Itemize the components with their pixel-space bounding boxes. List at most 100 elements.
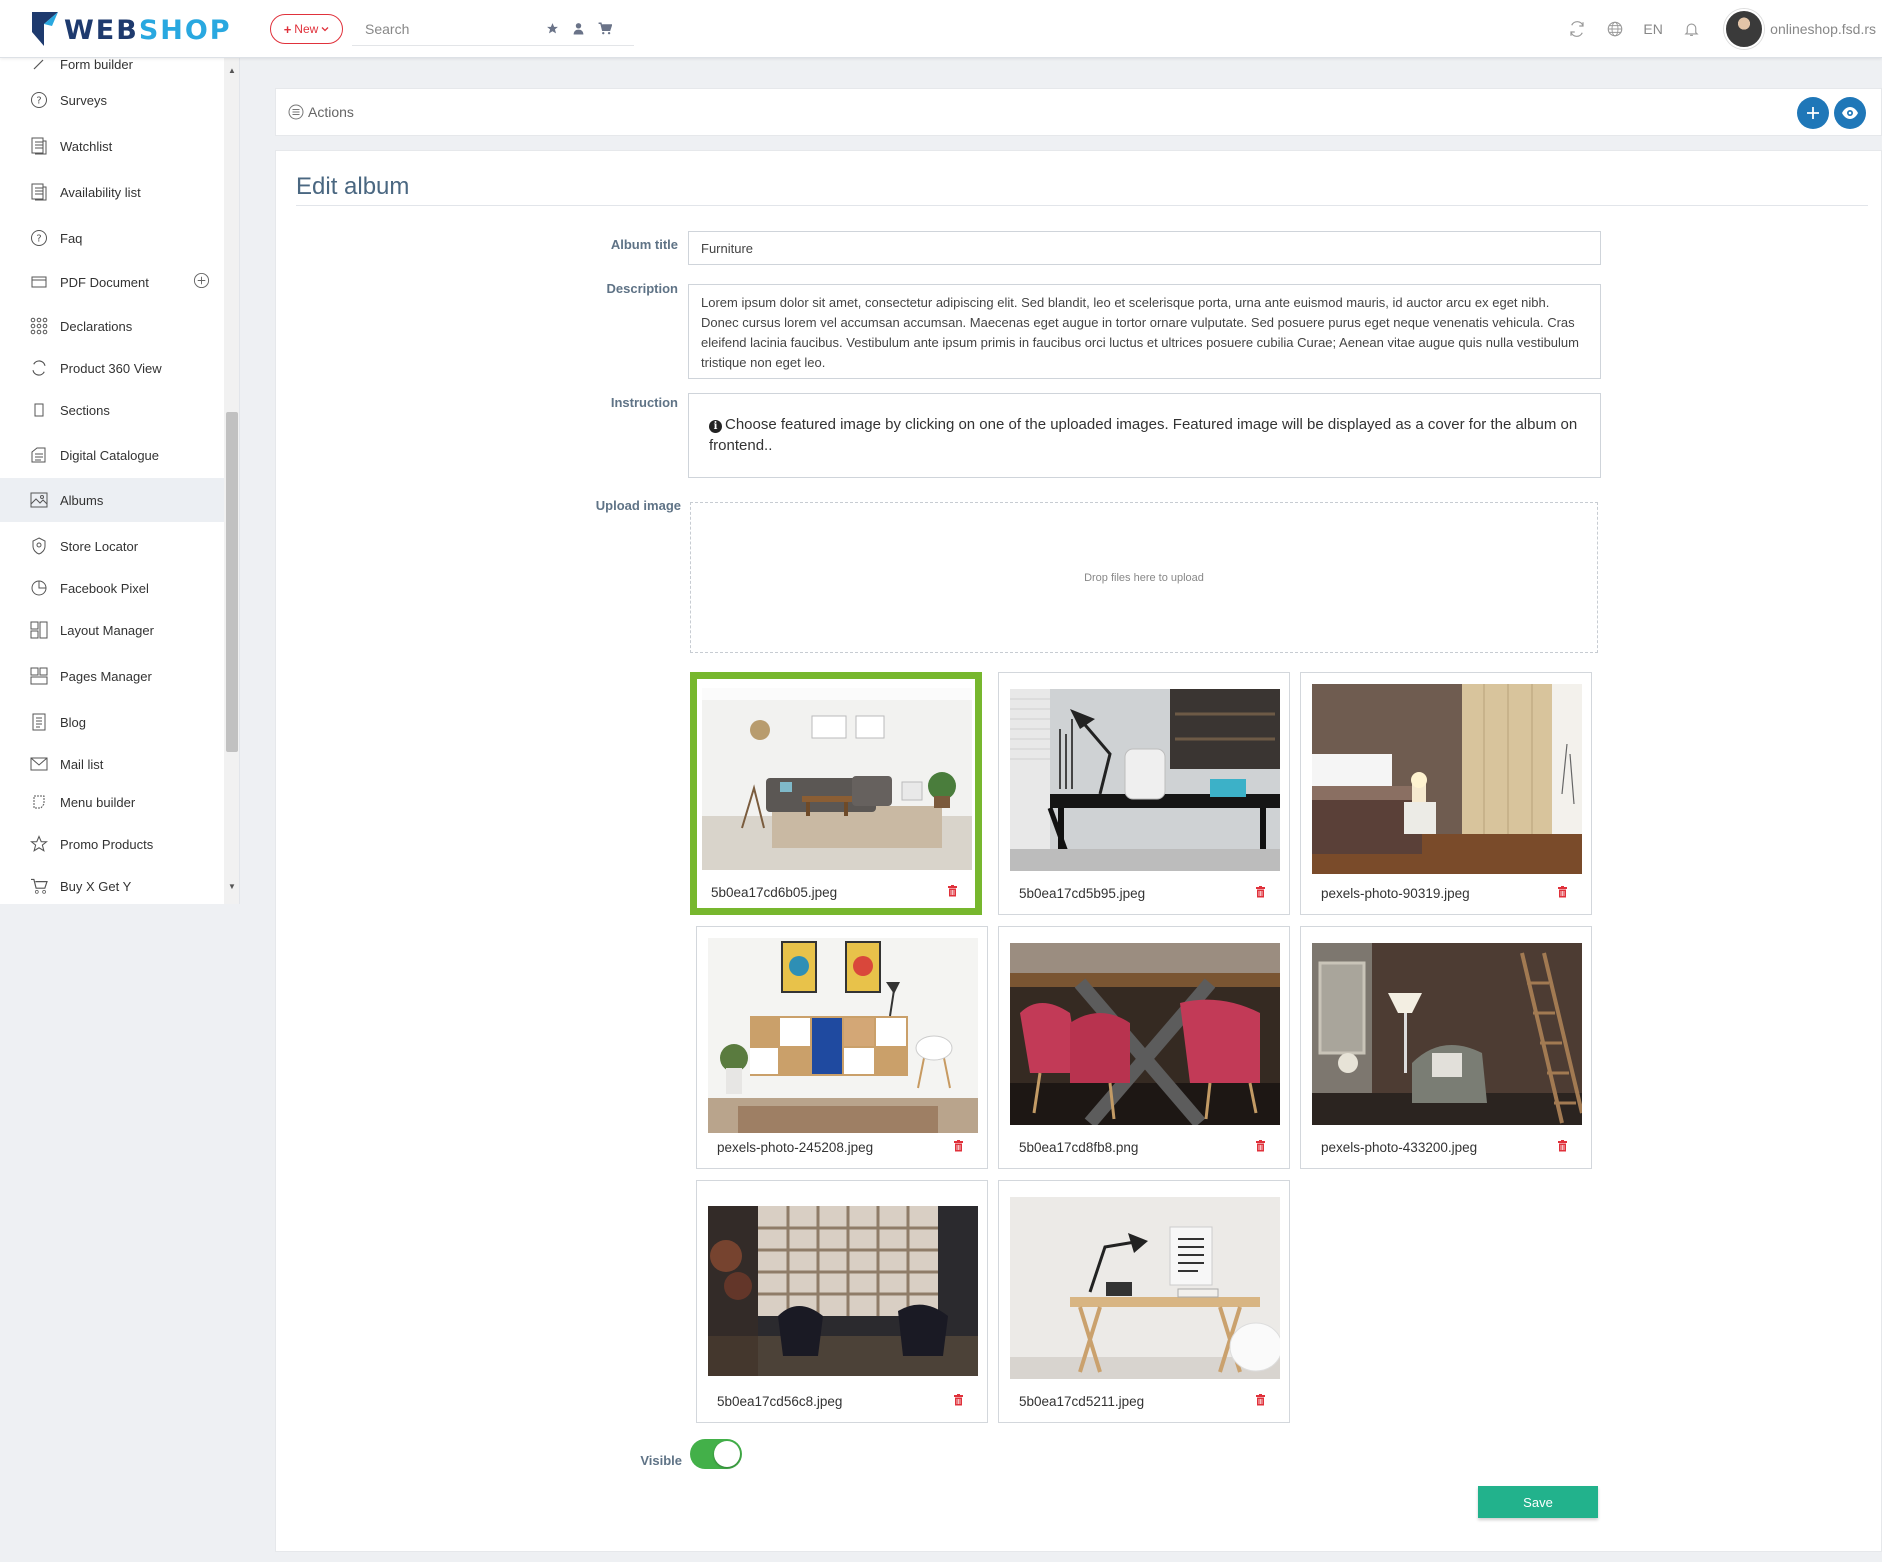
album-image[interactable] xyxy=(1010,1197,1280,1379)
upload-image-label: Upload image xyxy=(595,498,681,513)
user-icon[interactable] xyxy=(573,22,584,35)
search-bar xyxy=(352,12,634,46)
album-image[interactable] xyxy=(1010,689,1280,871)
album-image[interactable] xyxy=(1312,943,1582,1125)
new-button[interactable]: + New xyxy=(270,14,343,44)
album-image-thumb[interactable]: 5b0ea17cd8fb8.png xyxy=(998,926,1290,1169)
sidebar-item-promo-products[interactable]: Promo Products xyxy=(0,822,224,866)
pie-icon xyxy=(28,579,50,597)
trash-icon[interactable] xyxy=(1255,1139,1266,1157)
album-image-thumb[interactable]: pexels-photo-433200.jpeg xyxy=(1300,926,1592,1169)
instruction-text: Choose featured image by clicking on one… xyxy=(709,416,1578,454)
album-image[interactable] xyxy=(702,688,972,870)
scroll-down-arrow-icon[interactable]: ▼ xyxy=(228,882,236,891)
description-textarea[interactable]: Lorem ipsum dolor sit amet, consectetur … xyxy=(689,285,1600,378)
top-bar: WEBSHOP + New EN onlineshop.fsd.rs xyxy=(0,0,1882,58)
trash-icon[interactable] xyxy=(953,1139,964,1157)
sidebar-item-layout-manager[interactable]: Layout Manager xyxy=(0,608,224,652)
trash-icon[interactable] xyxy=(1557,1139,1568,1157)
plus-icon: + xyxy=(283,21,292,37)
logo-flag-icon xyxy=(32,12,58,46)
sidebar-item-pdf-document[interactable]: PDF Document xyxy=(0,260,224,304)
sidebar-item-digital-catalogue[interactable]: Digital Catalogue xyxy=(0,433,224,477)
cart-icon[interactable] xyxy=(598,22,612,35)
user-name[interactable]: onlineshop.fsd.rs xyxy=(1770,21,1876,37)
album-image[interactable] xyxy=(1312,684,1582,874)
album-image[interactable] xyxy=(1010,943,1280,1125)
add-circle-icon[interactable] xyxy=(193,272,210,292)
sidebar-item-watchlist[interactable]: Watchlist xyxy=(0,124,224,168)
sidebar-item-sections[interactable]: Sections xyxy=(0,388,224,432)
menu-circle-icon xyxy=(288,104,304,120)
visible-toggle[interactable] xyxy=(690,1439,742,1469)
sidebar-item-label: Albums xyxy=(60,492,104,508)
album-image[interactable] xyxy=(708,938,978,1133)
svg-text:?: ? xyxy=(36,234,41,245)
new-button-label: New xyxy=(294,22,319,36)
sidebar-item-declarations[interactable]: Declarations xyxy=(0,304,224,348)
sidebar-item-label: Form builder xyxy=(60,58,133,72)
album-title-input[interactable] xyxy=(689,232,1600,264)
image-filename: 5b0ea17cd8fb8.png xyxy=(1019,1140,1139,1155)
sidebar-item-pages-manager[interactable]: Pages Manager xyxy=(0,654,224,698)
image-filename: 5b0ea17cd56c8.jpeg xyxy=(717,1394,843,1409)
sidebar-scroll-thumb[interactable] xyxy=(226,412,238,752)
page-title: Edit album xyxy=(296,173,410,200)
image-icon xyxy=(28,491,50,509)
sidebar-item-label: Store Locator xyxy=(60,538,139,554)
bell-icon[interactable] xyxy=(1672,20,1710,38)
pdf-icon xyxy=(28,273,50,291)
album-image-thumb[interactable]: 5b0ea17cd6b05.jpeg xyxy=(690,672,982,915)
avatar[interactable] xyxy=(1724,9,1765,49)
description-field: Lorem ipsum dolor sit amet, consectetur … xyxy=(688,284,1601,379)
sidebar: Form builder ? Surveys Watchlist Availab… xyxy=(0,58,240,904)
sidebar-item-store-locator[interactable]: Store Locator xyxy=(0,524,224,568)
actions-toggle[interactable]: Actions xyxy=(288,104,354,120)
sidebar-item-label: Surveys xyxy=(60,92,107,108)
sidebar-item-menu-builder[interactable]: Menu builder xyxy=(0,780,224,824)
trash-icon[interactable] xyxy=(1255,1393,1266,1411)
album-image-thumb[interactable]: pexels-photo-245208.jpeg xyxy=(696,926,988,1169)
info-icon: i xyxy=(709,420,722,433)
album-image-thumb[interactable]: pexels-photo-90319.jpeg xyxy=(1300,672,1592,915)
scroll-up-arrow-icon[interactable]: ▲ xyxy=(228,66,236,75)
actions-bar: Actions xyxy=(275,88,1882,136)
trash-icon[interactable] xyxy=(1557,885,1568,903)
mail-icon xyxy=(28,755,50,773)
sidebar-item-faq[interactable]: ? Faq xyxy=(0,216,224,260)
layout-icon xyxy=(28,621,50,639)
language-selector[interactable]: EN xyxy=(1634,21,1672,37)
trash-icon[interactable] xyxy=(1255,885,1266,903)
album-image-thumb[interactable]: 5b0ea17cd5211.jpeg xyxy=(998,1180,1290,1423)
preview-button[interactable] xyxy=(1834,97,1866,129)
sidebar-item-buy-x-get-y[interactable]: Buy X Get Y xyxy=(0,864,224,904)
search-input[interactable] xyxy=(352,20,542,37)
save-button[interactable]: Save xyxy=(1478,1486,1598,1518)
globe-icon[interactable] xyxy=(1596,20,1634,38)
sidebar-item-label: Declarations xyxy=(60,318,133,334)
trash-icon[interactable] xyxy=(953,1393,964,1411)
sidebar-item-surveys[interactable]: ? Surveys xyxy=(0,78,224,122)
instruction-label: Instruction xyxy=(610,395,678,410)
add-button[interactable] xyxy=(1797,97,1829,129)
grid-dots-icon xyxy=(28,317,50,335)
sidebar-item-facebook-pixel[interactable]: Facebook Pixel xyxy=(0,566,224,610)
upload-dropzone[interactable]: Drop files here to upload xyxy=(690,502,1598,653)
star-icon[interactable] xyxy=(546,22,559,35)
album-image-thumb[interactable]: 5b0ea17cd5b95.jpeg xyxy=(998,672,1290,915)
album-image[interactable] xyxy=(708,1206,978,1376)
list-doc-icon xyxy=(28,137,50,155)
image-filename: 5b0ea17cd5b95.jpeg xyxy=(1019,886,1146,901)
sidebar-item-blog[interactable]: Blog xyxy=(0,700,224,744)
brand-shop: SHOP xyxy=(138,14,232,46)
sidebar-item-product-360-view[interactable]: Product 360 View xyxy=(0,346,224,390)
trash-icon[interactable] xyxy=(947,884,958,902)
form-builder-icon xyxy=(28,58,50,73)
sidebar-item-availability-list[interactable]: Availability list xyxy=(0,170,224,214)
album-image-thumb[interactable]: 5b0ea17cd56c8.jpeg xyxy=(696,1180,988,1423)
sidebar-item-label: Digital Catalogue xyxy=(60,447,160,463)
sidebar-item-albums[interactable]: Albums xyxy=(0,478,224,522)
refresh-icon[interactable] xyxy=(1558,20,1596,38)
webshop-logo[interactable]: WEBSHOP xyxy=(30,10,232,48)
image-filename: 5b0ea17cd5211.jpeg xyxy=(1019,1394,1145,1409)
